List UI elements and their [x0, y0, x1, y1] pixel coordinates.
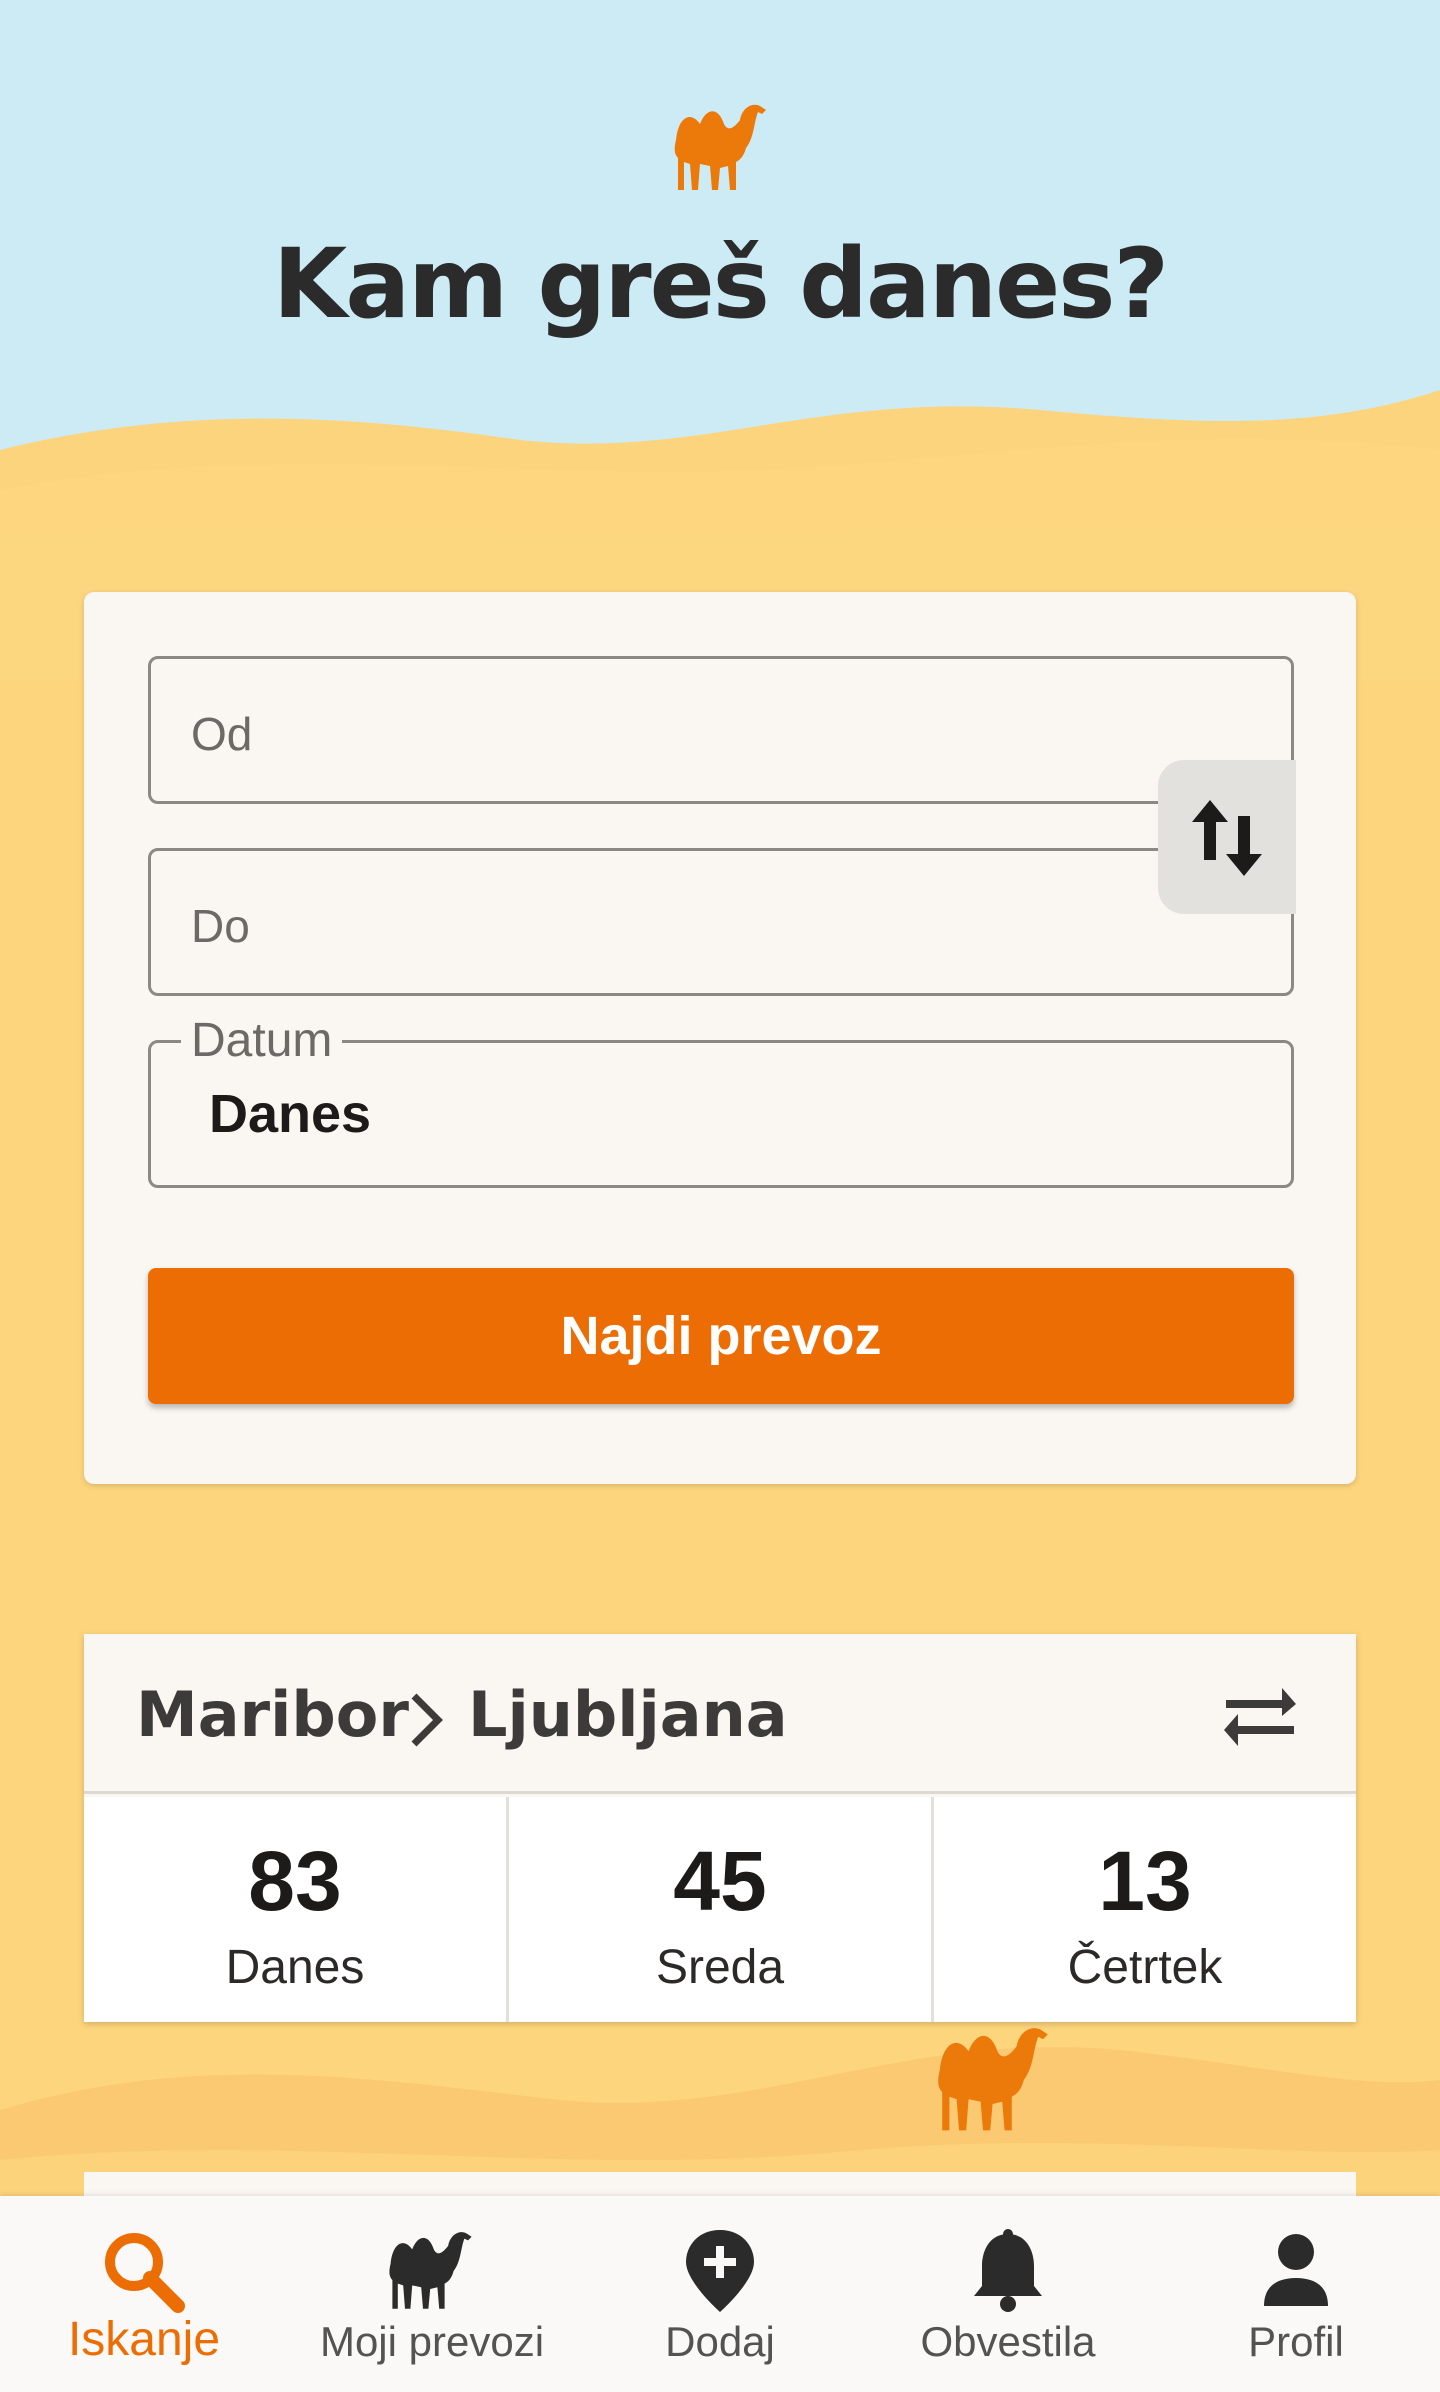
nav-label: Obvestila [920, 2318, 1096, 2365]
route-to: Ljubljana [468, 1678, 788, 1751]
nav-label: Moji prevozi [319, 2318, 545, 2365]
stat-thursday[interactable]: 13 Četrtek [934, 1797, 1356, 2022]
swap-vertical-icon [1192, 800, 1262, 876]
route-from: Maribor [136, 1678, 409, 1751]
camel-icon [674, 104, 766, 190]
bell-icon [974, 2229, 1042, 2312]
nav-item-search[interactable]: Iskanje [0, 2196, 288, 2392]
stat-today[interactable]: 83 Danes [84, 1797, 509, 2022]
nav-item-profile[interactable]: Profil [1152, 2196, 1440, 2392]
find-ride-button[interactable]: Najdi prevoz [148, 1268, 1294, 1404]
nav-label: Dodaj [665, 2318, 775, 2365]
nav-label: Iskanje [67, 2313, 221, 2366]
route-card[interactable]: Maribor Ljubljana 83 Danes 45 Sreda 13 Č… [84, 1634, 1356, 2022]
route-header[interactable]: Maribor Ljubljana [84, 1634, 1356, 1794]
stat-count: 13 [1098, 1834, 1192, 1928]
nav-item-my-rides[interactable]: Moji prevozi [288, 2196, 576, 2392]
to-field[interactable]: Do [148, 848, 1294, 996]
add-location-icon [686, 2230, 754, 2312]
camel-decoration-icon [938, 2028, 1048, 2131]
date-field[interactable]: Datum Danes [148, 1013, 1294, 1188]
search-icon [105, 2233, 185, 2313]
stat-day: Sreda [655, 1941, 785, 1994]
page-title: Kam greš danes? [272, 228, 1169, 340]
nav-item-notifications[interactable]: Obvestila [864, 2196, 1152, 2392]
ride-stats: 83 Danes 45 Sreda 13 Četrtek [84, 1797, 1356, 2022]
search-card: Od Do Datum Danes Najdi prevoz [84, 592, 1356, 1484]
bottom-nav: Iskanje Moji prevozi Dodaj Obvestila Pro… [0, 2196, 1440, 2392]
camel-icon [389, 2232, 472, 2309]
person-icon [1264, 2234, 1328, 2306]
swap-horizontal-icon[interactable] [1220, 1686, 1300, 1750]
nav-item-add[interactable]: Dodaj [576, 2196, 864, 2392]
stat-wednesday[interactable]: 45 Sreda [509, 1797, 934, 2022]
to-placeholder: Do [191, 900, 250, 952]
date-value: Danes [209, 1084, 372, 1144]
from-placeholder: Od [191, 708, 253, 760]
stat-day: Danes [225, 1941, 365, 1994]
stat-count: 83 [248, 1834, 342, 1928]
from-field[interactable]: Od [148, 656, 1294, 804]
swap-locations-button[interactable] [1158, 760, 1296, 914]
nav-label: Profil [1248, 2318, 1344, 2365]
date-label: Datum [181, 1013, 343, 1068]
stat-day: Četrtek [1067, 1941, 1223, 1994]
stat-count: 45 [673, 1834, 767, 1928]
chevron-right-icon [411, 1693, 443, 1747]
